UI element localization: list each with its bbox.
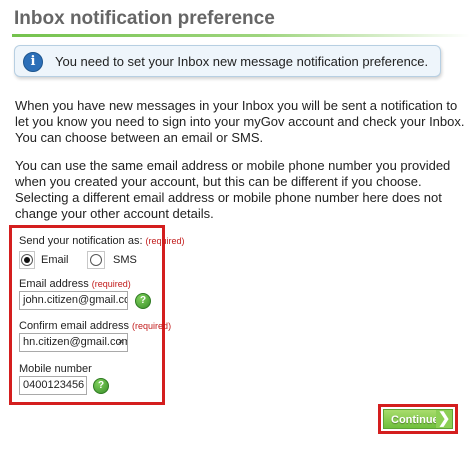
- confirm-email-field[interactable]: hn.citizen@gmail.com ×: [19, 333, 128, 352]
- email-radio[interactable]: [21, 254, 33, 266]
- send-as-label: Send your notification as: (required): [19, 235, 185, 247]
- notification-form: Send your notification as: (required) Ema…: [9, 225, 185, 405]
- intro-paragraph: When you have new messages in your Inbox…: [15, 98, 465, 145]
- email-address-field[interactable]: john.citizen@gmail.com: [19, 291, 128, 310]
- help-icon[interactable]: ?: [135, 293, 151, 309]
- info-message-box: i You need to set your Inbox new message…: [14, 45, 441, 77]
- required-tag: (required): [91, 279, 131, 289]
- help-icon[interactable]: ?: [93, 378, 109, 394]
- chevron-right-icon: ❯: [436, 410, 452, 428]
- details-paragraph: You can use the same email address or mo…: [15, 158, 451, 221]
- sms-option-label[interactable]: SMS: [113, 254, 137, 266]
- email-option-label[interactable]: Email: [41, 254, 69, 266]
- confirm-email-value: hn.citizen@gmail.com: [23, 336, 128, 348]
- info-message-text: You need to set your Inbox new message n…: [55, 54, 429, 69]
- required-tag: (required): [132, 321, 172, 331]
- send-as-label-text: Send your notification as:: [19, 235, 143, 247]
- page-title: Inbox notification preference: [14, 8, 275, 29]
- clear-input-icon[interactable]: ×: [118, 334, 124, 351]
- email-address-label: Email address (required): [19, 278, 131, 290]
- sms-radio[interactable]: [90, 254, 102, 266]
- mobile-number-field[interactable]: 0400123456: [19, 376, 87, 395]
- continue-button-label: Continue: [391, 414, 439, 426]
- mobile-number-label: Mobile number: [19, 363, 92, 375]
- confirm-email-label-text: Confirm email address: [19, 320, 130, 332]
- continue-button[interactable]: Continue ❯: [383, 409, 453, 429]
- title-divider: [12, 34, 470, 37]
- radio-selected-dot: [24, 257, 30, 263]
- email-address-label-text: Email address: [19, 278, 89, 290]
- mobile-number-label-text: Mobile number: [19, 363, 92, 375]
- required-tag: (required): [145, 236, 185, 246]
- continue-button-highlight: Continue ❯: [378, 404, 458, 434]
- info-icon: i: [23, 52, 43, 72]
- confirm-email-label: Confirm email address (required): [19, 320, 171, 332]
